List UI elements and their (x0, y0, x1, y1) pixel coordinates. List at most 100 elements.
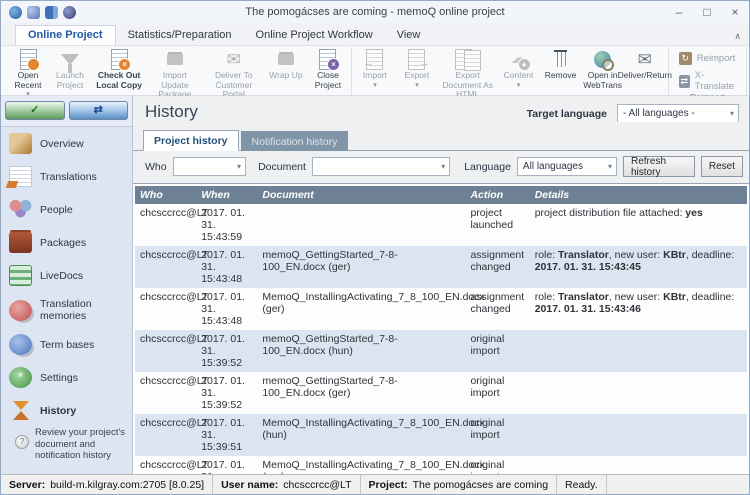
tab-online-project[interactable]: Online Project (15, 25, 116, 45)
ribbon: Open Recent▾Launch Project×Check Out Loc… (1, 46, 749, 96)
sidebar: ✓ ⇄ Overview Translations People Packages Li… (1, 96, 133, 474)
open-in-webtrans-button[interactable]: Open in WebTrans (582, 47, 624, 90)
cell-action: original import (465, 456, 529, 474)
cell-document: memoQ_GettingStarted_7-8-100_EN.docx (hu… (257, 330, 465, 372)
chevron-down-icon: ▾ (415, 81, 419, 91)
cell-details (530, 330, 747, 372)
cell-details (530, 372, 747, 414)
column-header-details: Details (530, 186, 747, 204)
target-language-label: Target language (527, 108, 607, 120)
import-update-package-icon (162, 48, 188, 70)
import-button: →Import▾ (354, 47, 396, 90)
open-recent-button[interactable]: Open Recent▾ (7, 47, 49, 100)
server-value: build-m.kilgray.com:2705 [8.0.25] (50, 479, 204, 491)
who-select[interactable]: ▾ (173, 157, 246, 176)
cell-details (530, 456, 747, 474)
table-row: chcsccrcc@LT2017. 01. 31. 15:43:59projec… (135, 204, 747, 246)
refresh-history-button[interactable]: Refresh history (623, 156, 695, 177)
maximize-button[interactable]: □ (693, 2, 721, 22)
cell-action: project launched (465, 204, 529, 246)
memoq-logo-icon[interactable] (9, 6, 22, 19)
cell-action: original import (465, 414, 529, 456)
people-icon (9, 199, 32, 220)
project-label: Project: (369, 479, 408, 491)
sidebar-item-settings[interactable]: *Settings (1, 361, 132, 394)
tab-notification-history[interactable]: Notification history (241, 131, 349, 151)
cell-who: chcsccrcc@LT (135, 204, 196, 246)
server-settings-icon[interactable] (63, 6, 76, 19)
chevron-down-icon: ▾ (437, 162, 449, 171)
cell-action: original import (465, 372, 529, 414)
cell-who: chcsccrcc@LT (135, 330, 196, 372)
remove-icon (548, 48, 574, 70)
close-project-icon: × (315, 48, 341, 70)
ready-status: Ready. (557, 475, 607, 494)
ribbon-group-manage-project: Open Recent▾Launch Project×Check Out Loc… (5, 47, 352, 95)
table-row: chcsccrcc@LT2017. 01. 31. 15:43:48memoQ_… (135, 246, 747, 288)
document-select[interactable]: ▾ (312, 157, 450, 176)
tab-online-project-workflow[interactable]: Online Project Workflow (244, 26, 385, 45)
close-project-button[interactable]: ×Close Project (307, 47, 349, 90)
check-out-local-copy-icon: × (106, 48, 132, 70)
cell-action: assignment changed (465, 246, 529, 288)
close-button[interactable]: × (721, 2, 749, 22)
reset-button[interactable]: Reset (701, 156, 743, 177)
quick-access-toolbar (1, 6, 76, 19)
deliver-return-button[interactable]: ✉Deliver/Return (624, 47, 666, 81)
wrap-up-button: iWrap Up (265, 47, 307, 81)
remove-button[interactable]: Remove (540, 47, 582, 81)
target-language-select[interactable]: - All languages - ▾ (617, 104, 739, 123)
import-icon: → (362, 48, 388, 70)
sidebar-item-translation-memories[interactable]: Translation memories (1, 292, 132, 328)
history-table: WhoWhenDocumentActionDetails chcsccrcc@L… (133, 184, 749, 474)
cell-action: assignment changed (465, 288, 529, 330)
cell-document: MemoQ_InstallingActivating_7_8_100_EN.do… (257, 456, 465, 474)
sidebar-item-packages[interactable]: Packages (1, 226, 132, 259)
cell-who: chcsccrcc@LT (135, 372, 196, 414)
table-row: chcsccrcc@LT2017. 01. 31. 15:43:48MemoQ_… (135, 288, 747, 330)
deliver-to-customer-portal-button: ✉Deliver To Customer Portal (203, 47, 265, 100)
check-out-local-copy-button[interactable]: ×Check Out Local Copy (91, 47, 147, 90)
people-settings-icon[interactable] (27, 6, 40, 19)
wrap-up-icon: i (273, 48, 299, 70)
cell-when: 2017. 01. 31. 15:39:52 (196, 372, 257, 414)
open-in-webtrans-icon (590, 48, 616, 70)
import-update-package-button: Import Update Package (147, 47, 202, 100)
reimport-button: ↻Reimport (679, 52, 736, 65)
cell-document: MemoQ_InstallingActivating_7_8_100_EN.do… (257, 414, 465, 456)
column-header-when: When (196, 186, 257, 204)
project-list-icon[interactable] (45, 6, 58, 19)
table-row: chcsccrcc@LT2017. 01. 31. 15:39:51MemoQ_… (135, 456, 747, 474)
confirm-button[interactable]: ✓ (5, 101, 65, 120)
cell-details: project distribution file attached: yes (530, 204, 747, 246)
document-label: Document (258, 161, 306, 173)
sidebar-item-livedocs[interactable]: LiveDocs (1, 259, 132, 292)
minimize-button[interactable]: – (665, 2, 693, 22)
cell-document (257, 204, 465, 246)
tab-view[interactable]: View (385, 26, 433, 45)
open-recent-icon (15, 48, 41, 70)
ribbon-group-document: →Import▾→Export▾Export Document As HTML▾… (352, 47, 669, 95)
sync-button[interactable]: ⇄ (69, 101, 129, 120)
tab-project-history[interactable]: Project history (143, 130, 239, 151)
cell-who: chcsccrcc@LT (135, 456, 196, 474)
sidebar-item-label: Translations (40, 171, 97, 183)
export-icon: → (404, 48, 430, 70)
sidebar-item-label: LiveDocs (40, 270, 83, 282)
launch-project-icon (57, 48, 83, 70)
deliver-return-icon: ✉ (632, 48, 658, 70)
sidebar-item-people[interactable]: People (1, 193, 132, 226)
sidebar-item-label: People (40, 204, 73, 216)
sidebar-item-term-bases[interactable]: Term bases (1, 328, 132, 361)
sidebar-item-translations[interactable]: Translations (1, 160, 132, 193)
who-label: Who (145, 161, 167, 173)
sidebar-item-history[interactable]: History (1, 394, 132, 427)
ribbon-group-reimport: ↻Reimport⇄X-TranslateReimport (669, 47, 747, 95)
tab-statistics-preparation[interactable]: Statistics/Preparation (116, 26, 244, 45)
sidebar-item-overview[interactable]: Overview (1, 127, 132, 160)
sidebar-item-label: Settings (40, 372, 78, 384)
collapse-ribbon-icon[interactable]: ∧ (734, 31, 741, 42)
language-select[interactable]: All languages ▾ (517, 157, 617, 176)
user-name-value: chcsccrcc@LT (283, 479, 351, 491)
title-bar: The pomogácses are coming - memoQ online… (1, 1, 749, 23)
